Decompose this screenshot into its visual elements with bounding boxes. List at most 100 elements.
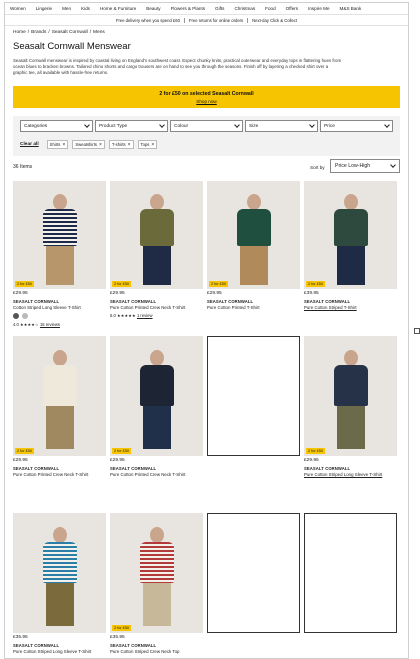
product-image[interactable]: 2 for £50 bbox=[13, 336, 106, 456]
review-count-link[interactable]: 15 reviews bbox=[40, 322, 60, 327]
nav-item[interactable]: Gifts bbox=[210, 6, 229, 11]
product-name[interactable]: Pure Cotton Printed T-Shirt bbox=[207, 305, 260, 310]
clear-all-link[interactable]: Clear all bbox=[20, 142, 39, 147]
sort-select[interactable]: Price Low-High bbox=[330, 159, 400, 173]
shop-now-link[interactable]: Shop now bbox=[13, 99, 400, 104]
model-shirt bbox=[139, 542, 174, 584]
page-title: Seasalt Cornwall Menswear bbox=[13, 41, 131, 52]
product-name[interactable]: Pure Cotton Printed Crew Neck T-Shirt bbox=[13, 472, 88, 477]
tag-label: Shirts bbox=[49, 142, 61, 147]
model-shirt bbox=[42, 208, 77, 246]
nav-item[interactable]: Women bbox=[5, 6, 31, 11]
model-shirt bbox=[333, 208, 368, 246]
close-icon[interactable]: × bbox=[151, 142, 154, 147]
product-name[interactable]: Pure Cotton Striped Long Sleeve T-Shirt bbox=[304, 472, 382, 477]
product-rating[interactable]: 5.0 ★★★★★ 1 review bbox=[110, 313, 153, 318]
nav-item[interactable]: Beauty bbox=[141, 6, 165, 11]
model-trousers bbox=[45, 245, 74, 285]
product-image[interactable]: 2 for £50 bbox=[13, 181, 106, 289]
colour-swatch[interactable] bbox=[13, 313, 19, 319]
nav-item[interactable]: Men bbox=[57, 6, 76, 11]
promo-item[interactable]: Free returns for online orders bbox=[185, 17, 249, 23]
breadcrumb-item[interactable]: Home bbox=[13, 30, 26, 35]
nav-item[interactable]: Offers bbox=[281, 6, 303, 11]
chevron-down-icon bbox=[84, 122, 90, 128]
active-filter-tag[interactable]: Shirts × bbox=[46, 140, 69, 149]
colour-swatch[interactable] bbox=[22, 313, 28, 319]
product-image[interactable]: 2 for £50 bbox=[207, 181, 300, 289]
product-brand: SEASALT CORNWALL bbox=[110, 643, 157, 648]
product-price: £29.95 bbox=[207, 291, 222, 296]
model-shirt bbox=[333, 365, 368, 407]
promo-item[interactable]: Free delivery when you spend £60 bbox=[112, 17, 185, 23]
filter-dropdown[interactable]: Product Type bbox=[95, 120, 168, 132]
product-name[interactable]: Pure Cotton Printed Crew Neck T-Shirt bbox=[110, 472, 185, 477]
close-icon[interactable]: × bbox=[99, 142, 102, 147]
active-filter-tag[interactable]: Sweatshirts × bbox=[72, 140, 105, 149]
filter-label: Price bbox=[324, 123, 335, 129]
breadcrumb-item[interactable]: Seasalt Cornwall bbox=[52, 30, 88, 35]
rating-value: 5.0 bbox=[110, 313, 117, 318]
product-name[interactable]: Pure Cotton Striped T-Shirt bbox=[304, 305, 357, 310]
offer-banner[interactable]: 2 for £50 on selected Seasalt Cornwall S… bbox=[13, 86, 400, 108]
product-image-placeholder[interactable] bbox=[207, 336, 300, 456]
scroll-handle[interactable] bbox=[414, 328, 420, 334]
nav-item[interactable]: Christmas bbox=[229, 6, 260, 11]
product-image[interactable]: 2 for £50 bbox=[304, 181, 397, 289]
product-image-placeholder[interactable] bbox=[304, 513, 397, 633]
model-trousers bbox=[45, 406, 74, 450]
model-shirt bbox=[139, 365, 174, 407]
promo-item[interactable]: Next-day Click & Collect bbox=[248, 18, 301, 23]
product-price: £29.95 bbox=[304, 458, 319, 463]
chevron-down-icon bbox=[390, 162, 396, 168]
filter-panel: Categories Product Type Colour Size Price Cl… bbox=[13, 116, 400, 156]
tag-label: Sweatshirts bbox=[75, 142, 97, 147]
filter-dropdown[interactable]: Size bbox=[245, 120, 318, 132]
model-trousers bbox=[142, 245, 171, 285]
nav-item[interactable]: Lingerie bbox=[31, 6, 57, 11]
product-image[interactable] bbox=[13, 513, 106, 633]
filter-dropdown[interactable]: Colour bbox=[170, 120, 243, 132]
close-icon[interactable]: × bbox=[128, 142, 131, 147]
nav-item[interactable]: Inspire Me bbox=[303, 6, 334, 11]
product-image[interactable]: 2 for £50 bbox=[110, 336, 203, 456]
active-filter-tag[interactable]: T-shirts × bbox=[108, 140, 134, 149]
product-brand: SEASALT CORNWALL bbox=[304, 299, 351, 304]
product-name[interactable]: Cotton Striped Long Sleeve T-Shirt bbox=[13, 305, 81, 310]
product-name[interactable]: Pure Cotton Printed Crew Neck T-Shirt bbox=[110, 305, 185, 310]
nav-item[interactable]: Home & Furniture bbox=[95, 6, 141, 11]
product-rating[interactable]: 4.0 ★★★★☆ 15 reviews bbox=[13, 322, 60, 327]
product-name[interactable]: Pure Cotton Striped Long Sleeve T-Shirt bbox=[13, 649, 91, 654]
breadcrumb-item[interactable]: Brands bbox=[31, 30, 46, 35]
chevron-down-icon bbox=[159, 122, 165, 128]
nav-item[interactable]: Food bbox=[260, 6, 280, 11]
filter-dropdown[interactable]: Categories bbox=[20, 120, 93, 132]
filter-dropdown[interactable]: Price bbox=[320, 120, 393, 132]
product-image[interactable]: 2 for £50 bbox=[304, 336, 397, 456]
model-trousers bbox=[239, 245, 268, 285]
nav-item[interactable]: Kids bbox=[76, 6, 95, 11]
product-brand: SEASALT CORNWALL bbox=[13, 466, 60, 471]
product-price: £29.95 bbox=[110, 291, 125, 296]
offer-badge: 2 for £50 bbox=[15, 448, 34, 454]
product-brand: SEASALT CORNWALL bbox=[13, 643, 60, 648]
product-image-placeholder[interactable] bbox=[207, 513, 300, 633]
nav-item[interactable]: Flowers & Plants bbox=[166, 6, 210, 11]
model-trousers bbox=[142, 406, 171, 450]
model-shirt bbox=[236, 208, 271, 246]
close-icon[interactable]: × bbox=[62, 142, 65, 147]
active-filter-tag[interactable]: Tops × bbox=[137, 140, 158, 149]
model-head bbox=[343, 350, 358, 367]
filter-label: Size bbox=[249, 123, 259, 129]
product-brand: SEASALT CORNWALL bbox=[13, 299, 60, 304]
chevron-down-icon bbox=[234, 122, 240, 128]
review-count-link[interactable]: 1 review bbox=[137, 313, 153, 318]
nav-item[interactable]: M&S Bank bbox=[335, 6, 367, 11]
breadcrumb: Home / Brands / Seasalt Cornwall / Mens bbox=[13, 30, 105, 35]
product-name[interactable]: Pure Cotton Striped Crew Neck Top bbox=[110, 649, 179, 654]
product-image[interactable]: 2 for £50 bbox=[110, 181, 203, 289]
breadcrumb-item[interactable]: Mens bbox=[93, 30, 105, 35]
product-image[interactable]: 2 for £50 bbox=[110, 513, 203, 633]
product-price: £29.95 bbox=[13, 291, 28, 296]
rating-value: 4.0 bbox=[13, 322, 20, 327]
